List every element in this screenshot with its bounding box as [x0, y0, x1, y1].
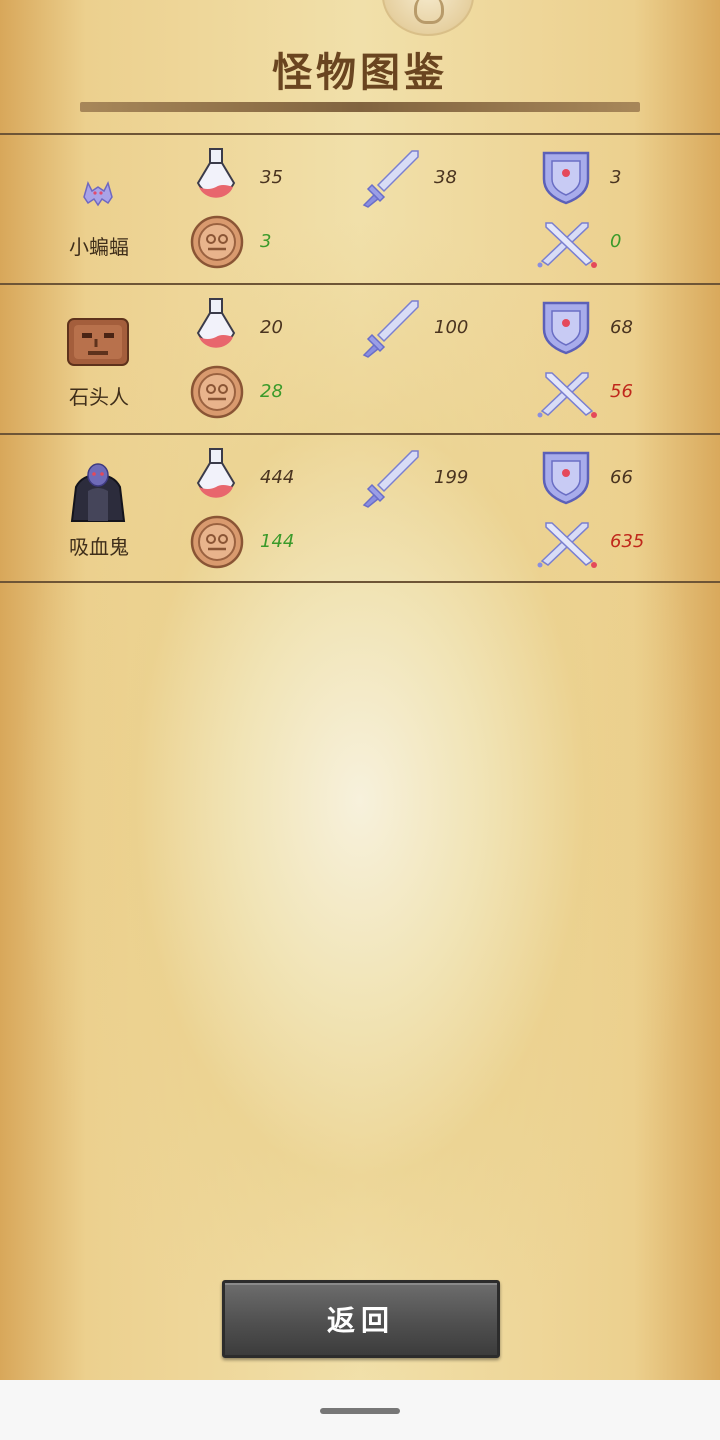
home-indicator[interactable] — [320, 1408, 400, 1414]
monster-name: 石头人 — [69, 385, 129, 409]
emblem-face — [414, 0, 444, 24]
bat-icon — [62, 157, 134, 223]
attack-value: 100 — [434, 317, 469, 338]
monster-name: 小蝙蝠 — [69, 235, 129, 259]
shield-icon — [540, 149, 592, 205]
vampire-icon — [62, 457, 134, 523]
medallion-emblem — [382, 0, 474, 36]
hp-value: 444 — [260, 467, 295, 488]
attack-value: 199 — [434, 467, 469, 488]
defense-value: 66 — [610, 467, 633, 488]
defense-value: 68 — [610, 317, 633, 338]
hp-value: 20 — [260, 317, 283, 338]
system-nav-bar — [0, 1380, 720, 1440]
gold-value: 144 — [260, 531, 295, 552]
shield-icon — [540, 449, 592, 505]
damage-value: 0 — [610, 231, 622, 252]
gold-value: 3 — [260, 231, 272, 252]
coin-icon — [190, 215, 244, 269]
monster-row[interactable]: 小蝙蝠 35 38 3 3 0 — [0, 133, 720, 283]
potion-icon — [192, 447, 240, 509]
sword-icon — [360, 297, 422, 359]
monster-row[interactable]: 石头人 20 100 68 28 56 — [0, 283, 720, 433]
hp-value: 35 — [260, 167, 283, 188]
damage-value: 56 — [610, 381, 633, 402]
monster-row[interactable]: 吸血鬼 444 199 66 144 635 — [0, 433, 720, 583]
defense-value: 3 — [610, 167, 622, 188]
gold-value: 28 — [260, 381, 283, 402]
title-divider — [80, 102, 640, 112]
shield-icon — [540, 299, 592, 355]
crossed-swords-icon — [534, 515, 600, 569]
back-button[interactable]: 返回 — [222, 1280, 500, 1358]
potion-icon — [192, 147, 240, 209]
monster-name: 吸血鬼 — [69, 535, 129, 559]
sword-icon — [360, 147, 422, 209]
attack-value: 38 — [434, 167, 457, 188]
damage-value: 635 — [610, 531, 645, 552]
parchment-background: 怪物图鉴 小蝙蝠 35 38 3 3 0 石头人 20 100 68 28 56… — [0, 0, 720, 1380]
crossed-swords-icon — [534, 215, 600, 269]
coin-icon — [190, 365, 244, 419]
monster-list: 小蝙蝠 35 38 3 3 0 石头人 20 100 68 28 56 吸血鬼 … — [0, 133, 720, 583]
crossed-swords-icon — [534, 365, 600, 419]
coin-icon — [190, 515, 244, 569]
sword-icon — [360, 447, 422, 509]
potion-icon — [192, 297, 240, 359]
stone-golem-icon — [62, 307, 134, 373]
page-title: 怪物图鉴 — [272, 50, 448, 96]
